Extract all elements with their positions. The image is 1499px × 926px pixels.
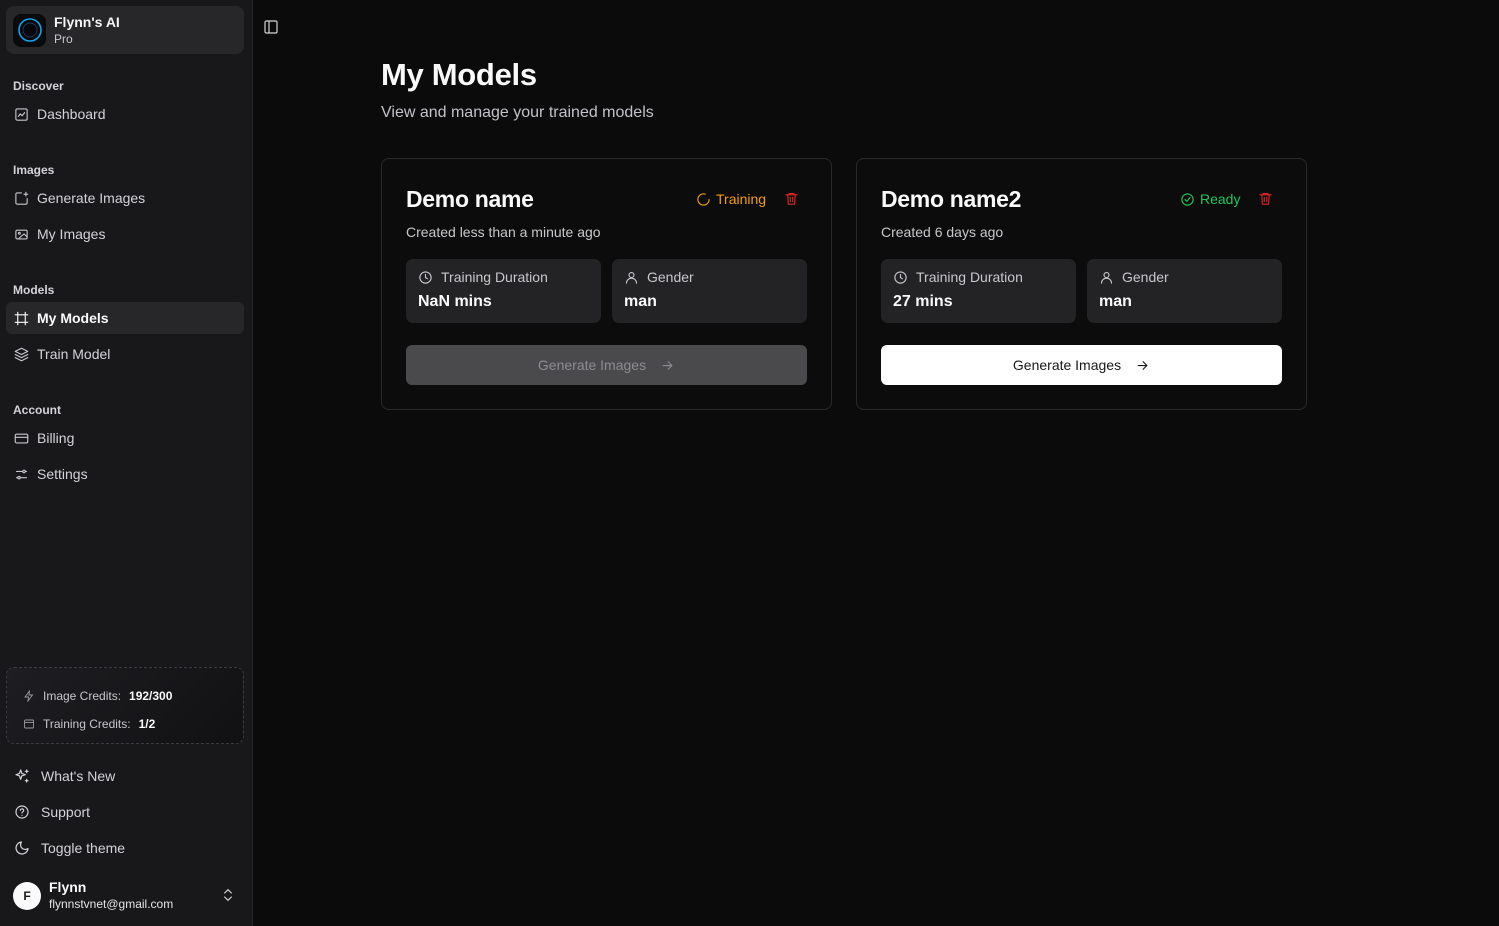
- check-circle-icon: [1181, 192, 1194, 206]
- brand-title: Flynn's AI: [54, 13, 120, 30]
- image-credits-row: Image Credits: 192/300: [23, 682, 243, 710]
- brand-plan: Pro: [54, 31, 73, 46]
- training-credits-row: Training Credits: 1/2: [23, 710, 243, 738]
- toggle-theme-button[interactable]: Toggle theme: [6, 832, 244, 864]
- sidebar-item-label: Dashboard: [37, 106, 106, 122]
- status-label: Training: [716, 191, 767, 207]
- sidebar-item-label: Settings: [37, 466, 88, 482]
- image-plus-icon: [13, 190, 29, 206]
- credit-card-icon: [13, 430, 29, 446]
- training-credits-value: 1/2: [138, 717, 156, 731]
- brand-logo-icon: [13, 13, 46, 47]
- group-label-images: Images: [13, 163, 55, 177]
- model-created: Created less than a minute ago: [406, 224, 601, 240]
- user-email: flynnstvnet@gmail.com: [49, 897, 174, 911]
- avatar: F: [13, 882, 41, 910]
- clock-icon: [894, 270, 907, 284]
- status-label: Ready: [1200, 191, 1241, 207]
- model-created: Created 6 days ago: [881, 224, 1004, 240]
- page-subtitle: View and manage your trained models: [381, 104, 654, 121]
- credits-panel: Image Credits: 192/300 Training Credits:…: [6, 667, 244, 744]
- gender-stat: Gender man: [612, 259, 807, 323]
- sidebar-item-my-models[interactable]: My Models: [6, 302, 244, 334]
- support-label: Support: [41, 804, 91, 820]
- team-switcher[interactable]: Flynn's AI Pro: [6, 6, 244, 54]
- user-menu[interactable]: F Flynn flynnstvnet@gmail.com: [6, 874, 244, 918]
- stat-label: Training Duration: [441, 269, 548, 285]
- images-icon: [13, 226, 29, 242]
- sidebar-item-my-images[interactable]: My Images: [6, 218, 244, 250]
- generate-images-label: Generate Images: [537, 357, 647, 373]
- training-duration-stat: Training Duration 27 mins: [881, 259, 1076, 323]
- group-label-discover: Discover: [13, 79, 64, 93]
- sidebar-item-settings[interactable]: Settings: [6, 458, 244, 490]
- model-card: Demo name2 Ready Created 6 days ago Trai…: [856, 158, 1307, 410]
- delete-model-button[interactable]: [784, 191, 800, 207]
- generate-images-button[interactable]: Generate Images: [406, 345, 807, 385]
- sidebar: Flynn's AI Pro Discover Dashboard Images…: [0, 0, 253, 926]
- stat-label: Gender: [647, 269, 694, 285]
- sidebar-item-label: Generate Images: [37, 190, 146, 206]
- sidebar-item-dashboard[interactable]: Dashboard: [6, 98, 244, 130]
- gender-stat: Gender man: [1087, 259, 1282, 323]
- user-icon: [625, 271, 638, 284]
- sidebar-item-train-model[interactable]: Train Model: [6, 338, 244, 370]
- box-icon: [24, 719, 34, 729]
- training-duration-stat: Training Duration NaN mins: [406, 259, 601, 323]
- support-button[interactable]: Support: [6, 796, 244, 828]
- image-credits-value: 192/300: [129, 689, 173, 703]
- page-title: My Models: [381, 57, 537, 92]
- stat-value: man: [624, 293, 657, 310]
- stat-value: man: [1099, 293, 1132, 310]
- arrow-right-icon: [1137, 360, 1148, 370]
- sidebar-item-label: Billing: [37, 430, 75, 446]
- delete-model-button[interactable]: [1258, 191, 1274, 207]
- frame-icon: [13, 310, 29, 326]
- trash-icon: [785, 192, 798, 205]
- stat-value: 27 mins: [893, 293, 953, 310]
- sliders-icon: [13, 466, 29, 482]
- clock-icon: [419, 270, 432, 284]
- user-name: Flynn: [49, 879, 87, 895]
- status-badge: Ready: [1180, 191, 1240, 207]
- stat-value: NaN mins: [418, 293, 492, 310]
- model-name: Demo name: [406, 186, 534, 212]
- group-label-account: Account: [13, 403, 61, 417]
- group-label-models: Models: [13, 283, 55, 297]
- moon-icon: [13, 839, 31, 857]
- sidebar-item-generate-images[interactable]: Generate Images: [6, 182, 244, 214]
- training-credits-label: Training Credits:: [43, 717, 131, 731]
- whats-new-label: What's New: [41, 768, 116, 784]
- sidebar-toggle-icon[interactable]: [263, 19, 281, 37]
- generate-images-button[interactable]: Generate Images: [881, 345, 1282, 385]
- arrow-right-icon: [662, 360, 673, 370]
- generate-images-label: Generate Images: [1012, 357, 1122, 373]
- model-card: Demo name Training Created less than a m…: [381, 158, 832, 410]
- sidebar-item-billing[interactable]: Billing: [6, 422, 244, 454]
- sparkles-icon: [13, 767, 31, 785]
- trash-icon: [1259, 192, 1272, 205]
- model-name: Demo name2: [881, 186, 1022, 212]
- main-content: My Models View and manage your trained m…: [253, 0, 1499, 926]
- layers-icon: [13, 346, 29, 362]
- whats-new-button[interactable]: What's New: [6, 760, 244, 792]
- status-badge: Training: [696, 191, 766, 207]
- loader-icon: [697, 192, 710, 206]
- chevrons-up-down-icon: [220, 887, 236, 908]
- toggle-theme-label: Toggle theme: [41, 840, 126, 856]
- sidebar-item-label: My Models: [37, 310, 109, 326]
- stat-label: Gender: [1122, 269, 1169, 285]
- dashboard-icon: [13, 106, 29, 122]
- zap-icon: [24, 690, 34, 702]
- help-circle-icon: [13, 803, 31, 821]
- user-icon: [1100, 271, 1113, 284]
- stat-label: Training Duration: [916, 269, 1023, 285]
- image-credits-label: Image Credits:: [43, 689, 122, 703]
- sidebar-item-label: Train Model: [37, 346, 111, 362]
- sidebar-item-label: My Images: [37, 226, 106, 242]
